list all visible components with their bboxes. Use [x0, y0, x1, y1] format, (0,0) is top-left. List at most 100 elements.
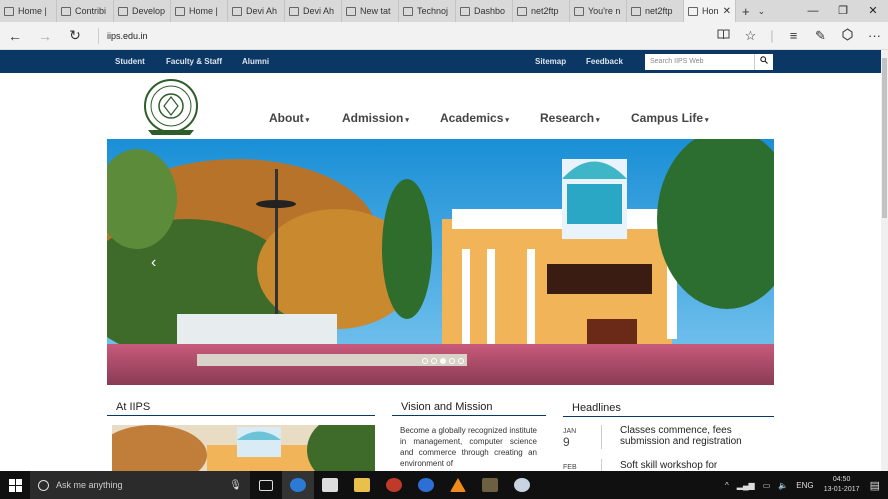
- browser-tab[interactable]: Home |: [0, 0, 57, 22]
- favorite-star-icon[interactable]: ☆: [737, 28, 764, 44]
- nav-research[interactable]: Research ▾: [540, 111, 600, 125]
- browser-tab[interactable]: Hon ✕: [684, 0, 736, 22]
- tab-title: Dashbo: [474, 6, 506, 16]
- slider-dot[interactable]: [422, 358, 428, 364]
- tab-title: Home |: [18, 6, 47, 16]
- web-note-icon[interactable]: ✎: [807, 28, 834, 44]
- tab-favicon-icon: [232, 6, 242, 16]
- hero-slider-image[interactable]: ‹: [107, 139, 774, 385]
- network-icon[interactable]: ▂▄▆: [737, 481, 755, 490]
- tab-title: Develop: [132, 6, 166, 16]
- editor-app-icon[interactable]: [474, 471, 506, 499]
- slider-prev-icon[interactable]: ‹: [151, 254, 156, 272]
- close-window-button[interactable]: ✕: [858, 0, 888, 22]
- edge-browser-icon[interactable]: [282, 471, 314, 499]
- browser-tab[interactable]: Contribi: [57, 0, 114, 22]
- cortana-search-box[interactable]: Ask me anything 🎙: [30, 471, 250, 499]
- vision-mission-heading: Vision and Mission: [392, 401, 546, 416]
- topbar-link-feedback[interactable]: Feedback: [586, 50, 623, 73]
- tab-favicon-icon: [61, 6, 71, 16]
- file-explorer-icon[interactable]: [346, 471, 378, 499]
- url-field[interactable]: iips.edu.in: [98, 27, 708, 44]
- language-indicator[interactable]: ENG: [796, 481, 813, 490]
- slider-dot[interactable]: [458, 358, 464, 364]
- back-button[interactable]: ←: [0, 28, 30, 44]
- browser-tab[interactable]: Technoj: [399, 0, 456, 22]
- slider-dot[interactable]: [431, 358, 437, 364]
- page-scrollbar[interactable]: [881, 50, 888, 471]
- headline-link-1[interactable]: Classes commence, fees submission and re…: [620, 425, 760, 447]
- paint-app-icon[interactable]: [506, 471, 538, 499]
- search-icon[interactable]: [754, 54, 773, 70]
- at-iips-image[interactable]: [112, 425, 375, 471]
- microphone-icon[interactable]: 🎙: [229, 480, 242, 491]
- forward-button[interactable]: →: [30, 28, 60, 44]
- share-icon[interactable]: [834, 27, 861, 44]
- headline-divider: [601, 459, 602, 471]
- tab-title: New tat: [360, 6, 391, 16]
- action-center-icon[interactable]: ▤: [870, 479, 880, 492]
- browser-tab[interactable]: Home |: [171, 0, 228, 22]
- new-tab-button[interactable]: + ⌄: [742, 0, 765, 22]
- tab-title: net2ftp: [531, 6, 559, 16]
- headline-date-2: FEB: [563, 464, 577, 471]
- browser-tab[interactable]: Develop: [114, 0, 171, 22]
- browser-tab[interactable]: Dashbo: [456, 0, 513, 22]
- browser-tab[interactable]: net2ftp: [627, 0, 684, 22]
- topbar-link-alumni[interactable]: Alumni: [242, 50, 269, 73]
- media-app-icon[interactable]: [378, 471, 410, 499]
- start-button[interactable]: [0, 471, 30, 499]
- tray-chevron-icon[interactable]: ^: [725, 481, 729, 490]
- tab-title: Contribi: [75, 6, 107, 16]
- tab-favicon-icon: [403, 6, 413, 16]
- toolbar-divider: |: [770, 27, 774, 43]
- browser-tab[interactable]: net2ftp: [513, 0, 570, 22]
- slider-dot[interactable]: [440, 358, 446, 364]
- slider-dot[interactable]: [449, 358, 455, 364]
- tab-favicon-icon: [346, 6, 356, 16]
- site-top-bar: Student Faculty & Staff Alumni Sitemap F…: [0, 50, 881, 73]
- tab-title: Technoj: [417, 6, 449, 16]
- firefox-icon[interactable]: [410, 471, 442, 499]
- vlc-icon[interactable]: [442, 471, 474, 499]
- university-seal-logo[interactable]: [142, 79, 200, 137]
- hub-icon[interactable]: ≡: [780, 28, 807, 44]
- nav-campus-life[interactable]: Campus Life ▾: [631, 111, 709, 125]
- reading-view-icon[interactable]: [710, 28, 737, 44]
- tab-favicon-icon: [460, 6, 470, 16]
- tab-favicon-icon: [175, 6, 185, 16]
- browser-tab[interactable]: Devi Ah: [228, 0, 285, 22]
- store-icon[interactable]: [314, 471, 346, 499]
- address-bar-row: ← → ↻ iips.edu.in ☆ | ≡ ✎ ···: [0, 22, 888, 50]
- more-icon[interactable]: ···: [861, 28, 888, 44]
- refresh-button[interactable]: ↻: [60, 27, 90, 44]
- headline-link-2[interactable]: Soft skill workshop for: [620, 460, 760, 471]
- topbar-link-faculty[interactable]: Faculty & Staff: [166, 50, 222, 73]
- task-view-icon[interactable]: [250, 471, 282, 499]
- restore-button[interactable]: ❐: [828, 0, 858, 22]
- topbar-link-student[interactable]: Student: [115, 50, 145, 73]
- tab-title: You're n: [588, 6, 621, 16]
- tab-favicon-icon: [289, 6, 299, 16]
- volume-icon[interactable]: 🔈: [778, 481, 788, 490]
- site-search-input[interactable]: Search IIPS Web: [645, 54, 754, 70]
- tab-list: Home | Contribi Develop Home | Devi Ah Devi A…: [0, 0, 736, 22]
- nav-academics[interactable]: Academics ▾: [440, 111, 509, 125]
- tab-favicon-icon: [517, 6, 527, 16]
- topbar-link-sitemap[interactable]: Sitemap: [535, 50, 566, 73]
- browser-toolbar: ☆ | ≡ ✎ ···: [710, 28, 888, 44]
- tab-favicon-icon: [631, 6, 641, 16]
- browser-tab[interactable]: Devi Ah: [285, 0, 342, 22]
- close-tab-icon[interactable]: ✕: [723, 6, 731, 17]
- scrollbar-thumb[interactable]: [882, 58, 887, 218]
- browser-tab[interactable]: New tat: [342, 0, 399, 22]
- tab-title: net2ftp: [645, 6, 673, 16]
- clock[interactable]: 04:50 13-01-2017: [818, 475, 866, 495]
- slider-dots: [422, 358, 464, 364]
- nav-about[interactable]: About ▾: [269, 111, 309, 125]
- battery-icon[interactable]: ▭: [763, 481, 771, 490]
- browser-tab[interactable]: You're n: [570, 0, 627, 22]
- minimize-button[interactable]: —: [798, 0, 828, 22]
- system-tray: ^ ▂▄▆ ▭ 🔈 ENG 04:50 13-01-2017 ▤: [721, 471, 888, 499]
- nav-admission[interactable]: Admission ▾: [342, 111, 409, 125]
